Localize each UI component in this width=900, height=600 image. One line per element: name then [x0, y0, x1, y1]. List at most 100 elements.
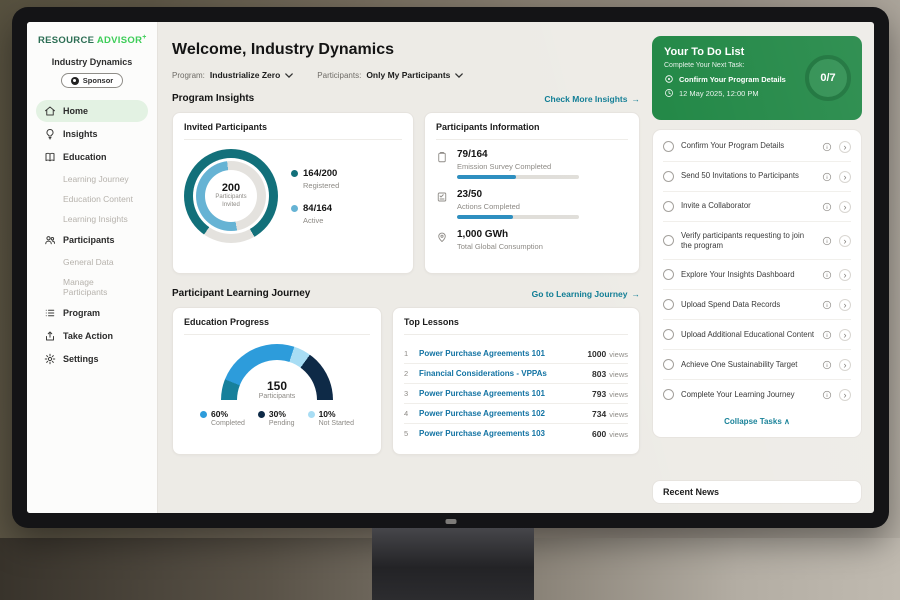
task-row[interactable]: Upload Additional Educational Content ›	[663, 320, 851, 350]
todo-datetime: 12 May 2025, 12:00 PM	[679, 89, 759, 98]
card-title: Top Lessons	[404, 317, 628, 335]
task-checkbox[interactable]	[663, 201, 674, 212]
lesson-row[interactable]: 3 Power Purchase Agreements 101 793views	[404, 384, 628, 404]
info-icon[interactable]	[822, 202, 832, 212]
clipboard-icon	[436, 149, 449, 179]
stat-row: 1,000 GWh Total Global Consumption	[436, 229, 628, 255]
recent-news-header[interactable]: Recent News	[652, 480, 862, 504]
lesson-views-label: views	[609, 430, 628, 439]
chevron-right-icon[interactable]: ›	[839, 171, 851, 183]
task-checkbox[interactable]	[663, 269, 674, 280]
lesson-link[interactable]: Power Purchase Agreements 101	[419, 389, 585, 398]
sidebar-item-settings[interactable]: Settings	[36, 348, 148, 370]
chevron-right-icon[interactable]: ›	[839, 201, 851, 213]
task-checkbox[interactable]	[663, 171, 674, 182]
task-checkbox[interactable]	[663, 141, 674, 152]
learning-journey-title: Participant Learning Journey	[172, 288, 310, 299]
chevron-right-icon[interactable]: ›	[839, 329, 851, 341]
sidebar-item-insights[interactable]: Insights	[36, 123, 148, 145]
task-row[interactable]: Upload Spend Data Records ›	[663, 290, 851, 320]
sidebar-item-home[interactable]: Home	[36, 100, 148, 122]
task-row[interactable]: Send 50 Invitations to Participants ›	[663, 162, 851, 192]
main-content: Welcome, Industry Dynamics Program: Indu…	[158, 22, 652, 513]
participants-filter-dropdown[interactable]: Participants: Only My Participants	[317, 70, 463, 80]
lesson-rank: 2	[404, 369, 412, 378]
legend-label: Registered	[303, 181, 339, 190]
task-label: Confirm Your Program Details	[681, 141, 815, 151]
active-dot	[291, 205, 298, 212]
sidebar-item-learning-journey[interactable]: Learning Journey	[36, 169, 148, 188]
chevron-right-icon[interactable]: ›	[839, 359, 851, 371]
chevron-right-icon[interactable]: ›	[839, 389, 851, 401]
info-icon[interactable]	[822, 236, 832, 246]
chevron-right-icon[interactable]: ›	[839, 235, 851, 247]
not-started-dot	[308, 411, 315, 418]
task-checkbox[interactable]	[663, 235, 674, 246]
sidebar-item-general-data[interactable]: General Data	[36, 252, 148, 271]
task-checkbox[interactable]	[663, 329, 674, 340]
legend-item: 60% Completed	[200, 409, 245, 427]
go-to-learning-journey-link[interactable]: Go to Learning Journey →	[532, 289, 640, 299]
lesson-row[interactable]: 4 Power Purchase Agreements 102 734views	[404, 404, 628, 424]
info-icon[interactable]	[822, 330, 832, 340]
task-row[interactable]: Verify participants requesting to join t…	[663, 222, 851, 260]
task-checkbox[interactable]	[663, 359, 674, 370]
info-icon[interactable]	[822, 270, 832, 280]
task-row[interactable]: Invite a Collaborator ›	[663, 192, 851, 222]
stat-value: 1,000 GWh	[457, 229, 543, 240]
lesson-row[interactable]: 2 Financial Considerations - VPPAs 803vi…	[404, 364, 628, 384]
sidebar-item-label: Education	[63, 152, 107, 162]
sidebar-item-education-content[interactable]: Education Content	[36, 189, 148, 208]
task-label: Verify participants requesting to join t…	[681, 231, 815, 251]
monitor-bezel: RESOURCE ADVISOR+ Industry Dynamics Spon…	[12, 7, 889, 528]
info-icon[interactable]	[822, 172, 832, 182]
upload-action-icon	[44, 330, 56, 342]
task-checkbox[interactable]	[663, 299, 674, 310]
monitor-logo	[445, 519, 456, 524]
info-icon[interactable]	[822, 142, 832, 152]
gauge-center-label: Participants	[221, 393, 333, 400]
logo-plus: +	[142, 34, 146, 41]
lesson-views-label: views	[609, 410, 628, 419]
sidebar-item-program[interactable]: Program	[36, 302, 148, 324]
gauge-center-value: 150	[221, 379, 333, 393]
task-row[interactable]: Explore Your Insights Dashboard ›	[663, 260, 851, 290]
info-icon[interactable]	[822, 390, 832, 400]
sidebar-item-take-action[interactable]: Take Action	[36, 325, 148, 347]
info-icon[interactable]	[822, 360, 832, 370]
sidebar-item-education[interactable]: Education	[36, 146, 148, 168]
task-checkbox[interactable]	[663, 389, 674, 400]
lesson-row[interactable]: 1 Power Purchase Agreements 101 1000view…	[404, 344, 628, 364]
sponsor-badge[interactable]: Sponsor	[61, 73, 123, 88]
chevron-right-icon[interactable]: ›	[839, 269, 851, 281]
lesson-link[interactable]: Power Purchase Agreements 103	[419, 429, 585, 438]
chevron-right-icon[interactable]: ›	[839, 141, 851, 153]
stat-label: Emission Survey Completed	[457, 162, 579, 171]
task-row[interactable]: Complete Your Learning Journey ›	[663, 380, 851, 409]
task-row[interactable]: Achieve One Sustainability Target ›	[663, 350, 851, 380]
book-icon	[44, 151, 56, 163]
program-filter-dropdown[interactable]: Program: Industrialize Zero	[172, 70, 293, 80]
lesson-link[interactable]: Power Purchase Agreements 101	[419, 349, 580, 358]
link-label: Check More Insights	[544, 94, 627, 104]
lesson-row[interactable]: 5 Power Purchase Agreements 103 600views	[404, 424, 628, 443]
task-label: Complete Your Learning Journey	[681, 390, 815, 400]
lesson-link[interactable]: Financial Considerations - VPPAs	[419, 369, 585, 378]
top-lessons-card: Top Lessons 1 Power Purchase Agreements …	[392, 307, 640, 455]
lesson-link[interactable]: Power Purchase Agreements 102	[419, 409, 585, 418]
sidebar-item-label: Manage Participants	[63, 277, 140, 297]
chevron-up-icon: ∧	[784, 417, 790, 426]
sidebar-item-manage-participants[interactable]: Manage Participants	[36, 272, 148, 301]
chevron-right-icon[interactable]: ›	[839, 299, 851, 311]
lightbulb-icon	[44, 128, 56, 140]
progress-bar	[457, 175, 579, 179]
sidebar-item-label: Participants	[63, 235, 115, 245]
info-icon[interactable]	[822, 300, 832, 310]
todo-next-task: Confirm Your Program Details	[679, 75, 786, 84]
task-row[interactable]: Confirm Your Program Details ›	[663, 132, 851, 162]
chevron-down-icon	[455, 71, 463, 80]
collapse-tasks-button[interactable]: Collapse Tasks ∧	[663, 409, 851, 435]
sidebar-item-participants[interactable]: Participants	[36, 229, 148, 251]
sidebar-item-learning-insights[interactable]: Learning Insights	[36, 209, 148, 228]
check-more-insights-link[interactable]: Check More Insights →	[544, 94, 640, 104]
